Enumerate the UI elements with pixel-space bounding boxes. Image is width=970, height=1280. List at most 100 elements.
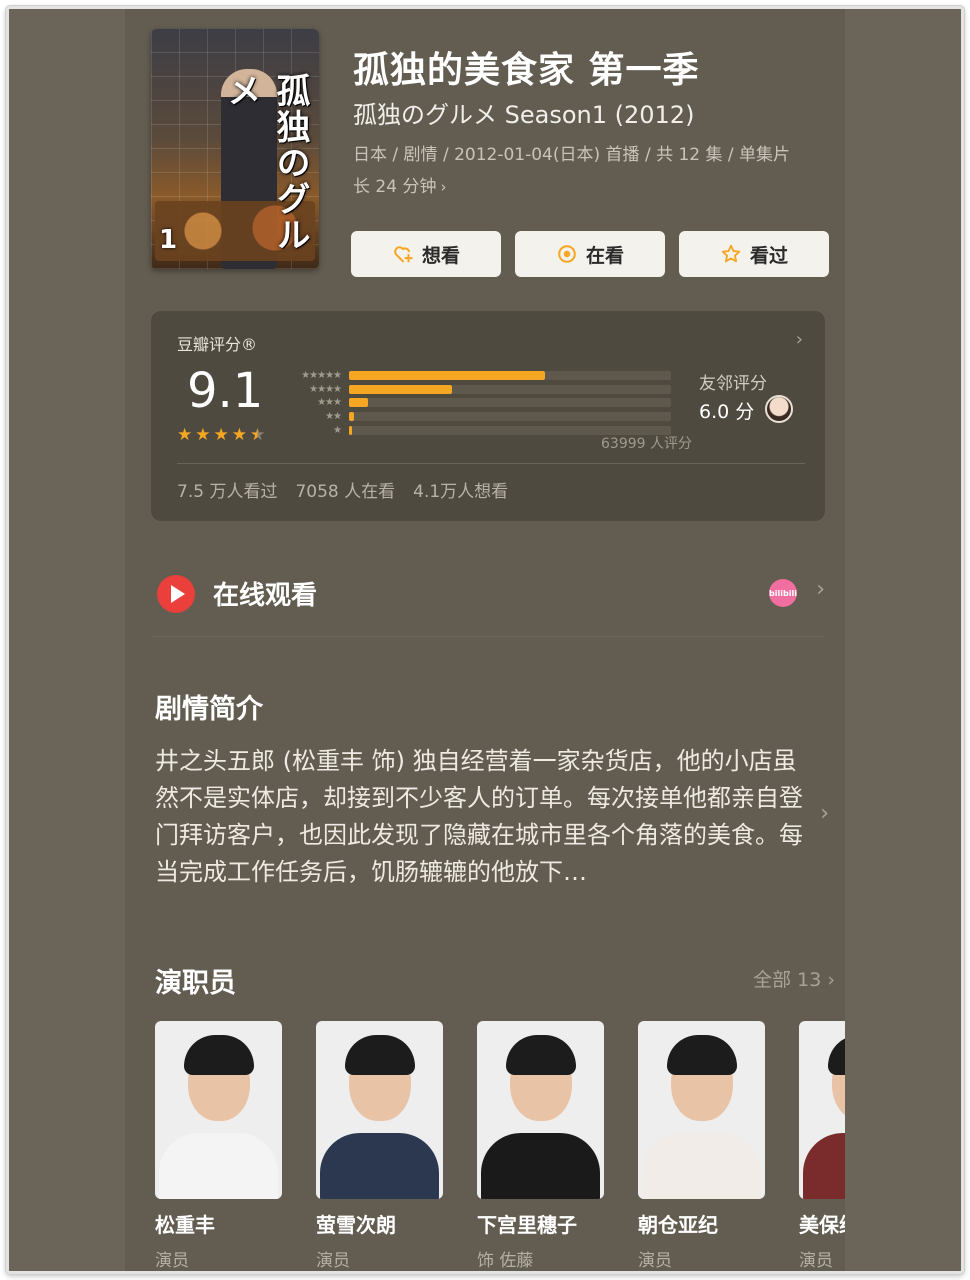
cast-card[interactable]: 朝仓亚纪 演员 (638, 1021, 765, 1271)
cast-role: 演员 (316, 1251, 350, 1271)
action-buttons: 想看 在看 看过 (351, 231, 829, 277)
half-star-icon: ★ (250, 425, 266, 445)
chevron-right-icon: › (816, 577, 825, 602)
cast-list: 松重丰演员萤雪次朗演员下宫里穗子饰 佐藤朝仓亚纪演员美保纯演员 (155, 1021, 849, 1271)
cast-name: 萤雪次朗 (316, 1213, 396, 1237)
synopsis-title: 剧情简介 (155, 694, 263, 725)
online-watch-label: 在线观看 (213, 581, 318, 611)
show-meta[interactable]: 日本 / 剧情 / 2012-01-04(日本) 首播 / 共 12 集 / 单… (353, 139, 823, 203)
star-icon: ★ (177, 425, 193, 445)
rating-score: 9.1 (187, 363, 264, 419)
distribution-bar (349, 398, 671, 408)
cast-photo-body (159, 1133, 278, 1199)
cast-photo-hair (184, 1035, 254, 1075)
distribution-bar-fill (349, 371, 546, 381)
chevron-right-icon[interactable]: › (796, 329, 803, 350)
play-icon (157, 575, 195, 613)
cast-photo-hair (828, 1035, 849, 1075)
distribution-bar (349, 371, 671, 381)
heart-plus-icon (394, 246, 413, 263)
cast-card[interactable]: 松重丰 演员 (155, 1021, 282, 1271)
want-count: 4.1万人想看 (413, 482, 509, 502)
star-icon: ★ (195, 425, 211, 445)
cast-photo-hair (667, 1035, 737, 1075)
rating-count: 63999 人评分 (601, 436, 692, 452)
friend-avatar[interactable] (765, 395, 793, 423)
audience-stats: 7.5 万人看过 7058 人在看 4.1万人想看 (177, 477, 508, 502)
poster-volume: 1 (159, 225, 178, 255)
distribution-stars: ★★★ (317, 397, 342, 409)
cast-name: 朝仓亚纪 (638, 1213, 718, 1237)
watched-count: 7.5 万人看过 (177, 482, 278, 502)
cast-role: 饰 佐藤 (477, 1251, 534, 1271)
rating-label: 豆瓣评分® (177, 335, 258, 354)
distribution-row: ★★ (283, 410, 675, 424)
chevron-right-icon[interactable]: › (820, 801, 829, 826)
cast-photo (799, 1021, 849, 1199)
distribution-bar (349, 412, 671, 422)
rating-stars: ★ ★ ★ ★ ★ (177, 425, 265, 445)
watched-label: 看过 (749, 244, 788, 267)
distribution-row: ★★★ (283, 396, 675, 410)
synopsis-text[interactable]: 井之头五郎 (松重丰 饰) 独自经营着一家杂货店，他的小店虽然不是实体店，却接到… (155, 743, 805, 891)
meta-runtime: 长 24 分钟 (353, 177, 437, 197)
star-icon: ★ (213, 425, 229, 445)
friends-rating-score: 6.0 分 (699, 401, 755, 423)
friends-rating-label: 友邻评分 (699, 374, 767, 394)
meta-line-2: 长 24 分钟 › (353, 171, 823, 203)
cast-all-link[interactable]: 全部 13 › (753, 965, 835, 992)
watched-button[interactable]: 看过 (679, 231, 829, 277)
cast-title: 演职员 (155, 968, 236, 999)
cast-photo-body (642, 1133, 761, 1199)
cast-photo (155, 1021, 282, 1199)
rating-card[interactable]: 豆瓣评分® › 9.1 ★ ★ ★ ★ ★ ★★★★★ ★★★★ ★★★ ★★ ★ 63… (151, 311, 825, 521)
online-watch-row[interactable]: 在线观看 bilibili › (151, 559, 825, 637)
cast-card[interactable]: 萤雪次朗 演员 (316, 1021, 443, 1271)
page-title: 孤独的美食家 第一季 (353, 50, 700, 91)
watching-count: 7058 人在看 (295, 482, 396, 502)
original-title: 孤独のグルメ Season1 (2012) (353, 101, 695, 129)
distribution-row: ★★★★ (283, 383, 675, 397)
distribution-stars: ★★ (325, 411, 342, 423)
distribution-stars: ★ (333, 424, 342, 436)
want-label: 想看 (421, 244, 460, 267)
distribution-row: ★★★★★ (283, 369, 675, 383)
platform-logo: bilibili (769, 579, 797, 607)
cast-photo-body (481, 1133, 600, 1199)
distribution-bar-fill (349, 384, 453, 394)
watching-button[interactable]: 在看 (515, 231, 665, 277)
distribution-bar (349, 384, 671, 394)
platform-logo-text: bilibili (769, 588, 797, 598)
cast-photo (638, 1021, 765, 1199)
cast-photo (316, 1021, 443, 1199)
poster-title: 孤独のグルメ (221, 73, 310, 253)
screenshot-frame: 孤独のグルメ 1 孤独的美食家 第一季 孤独のグルメ Season1 (2012… (6, 6, 964, 1274)
cast-name: 美保纯 (799, 1213, 849, 1237)
distribution-bar-fill (349, 412, 354, 422)
cast-photo (477, 1021, 604, 1199)
distribution-bar-fill (349, 425, 353, 435)
cast-name: 松重丰 (155, 1213, 215, 1237)
poster-image[interactable]: 孤独のグルメ 1 (151, 29, 319, 269)
distribution-stars: ★★★★ (309, 383, 342, 395)
cast-card[interactable]: 美保纯演员 (799, 1021, 849, 1271)
cast-role: 演员 (638, 1251, 672, 1271)
cast-photo-body (803, 1133, 849, 1199)
star-icon: ★ (231, 425, 247, 445)
cast-role: 演员 (799, 1251, 833, 1271)
cast-photo-hair (506, 1035, 576, 1075)
want-button[interactable]: 想看 (351, 231, 501, 277)
meta-line-1: 日本 / 剧情 / 2012-01-04(日本) 首播 / 共 12 集 / 单… (353, 145, 791, 165)
cast-photo-body (320, 1133, 439, 1199)
cast-card[interactable]: 下宫里穗子饰 佐藤 (477, 1021, 604, 1271)
cast-role: 演员 (155, 1251, 189, 1271)
rating-distribution: ★★★★★ ★★★★ ★★★ ★★ ★ (283, 369, 675, 437)
star-outline-icon (721, 244, 741, 263)
watching-label: 在看 (585, 244, 624, 267)
divider (177, 463, 805, 464)
distribution-bar-fill (349, 398, 369, 408)
chevron-right-icon: › (440, 178, 447, 196)
distribution-stars: ★★★★★ (301, 370, 342, 382)
target-circle-icon (558, 245, 576, 263)
cast-photo-hair (345, 1035, 415, 1075)
